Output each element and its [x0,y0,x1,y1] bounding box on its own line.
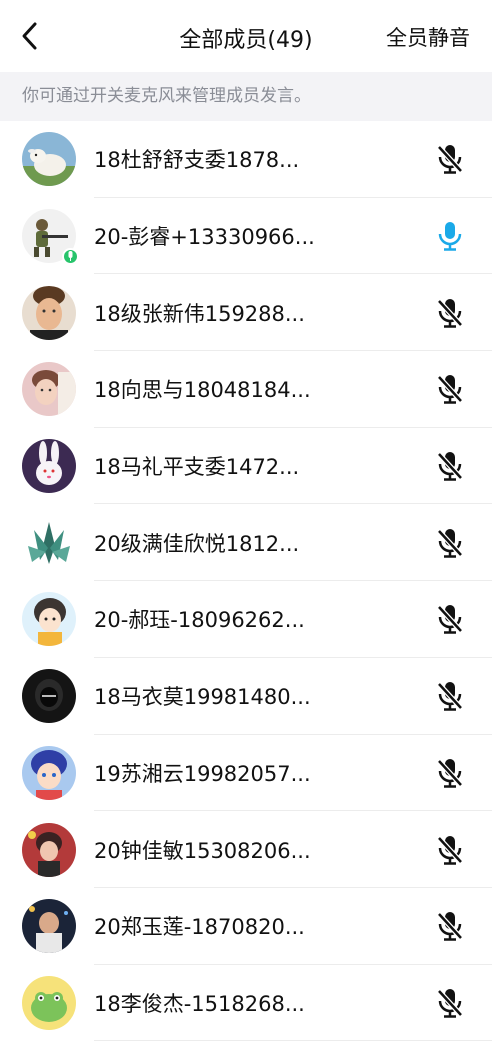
member-row[interactable]: 18级张新伟159288... [0,274,492,351]
mic-muted-icon [437,375,463,405]
member-name: 18杜舒舒支委1878... [94,148,300,173]
mic-muted-icon [437,912,463,941]
mute-all-button[interactable]: 全员静音 [386,22,470,52]
mic-toggle[interactable] [432,832,468,868]
mic-toggle[interactable] [432,218,468,254]
member-name: 18李俊杰-1518268... [94,991,305,1016]
avatar [22,439,76,494]
mic-toggle[interactable] [432,985,468,1021]
avatar [22,285,76,340]
member-row[interactable]: 19苏湘云19982057... [0,735,492,812]
member-name: 20郑玉莲-1870820... [94,915,305,940]
member-name: 18马衣莫19981480... [94,685,311,710]
member-name: 20钟佳敏15308206... [94,838,311,863]
mic-muted-icon [437,758,463,788]
member-name: 18马礼平支委1472... [94,455,300,480]
member-row[interactable]: 20郑玉莲-1870820... [0,888,492,965]
mic-toggle[interactable] [432,525,468,561]
mic-toggle[interactable] [432,678,468,714]
member-name: 18级张新伟159288... [94,301,305,326]
speaking-badge [62,247,79,265]
member-list: 18杜舒舒支委1878... 20-彭睿+13330966... 18级张新伟1… [0,121,492,1041]
avatar [22,822,76,877]
mic-muted-icon [437,988,463,1018]
member-row[interactable]: 18杜舒舒支委1878... [0,121,492,198]
member-row[interactable]: 18向思与18048184... [0,351,492,428]
mic-muted-icon [437,835,463,865]
mic-toggle[interactable] [432,601,468,637]
avatar [22,515,76,570]
member-row[interactable]: 18马衣莫19981480... [0,658,492,735]
avatar [22,745,76,800]
member-row[interactable]: 18李俊杰-1518268... [0,965,492,1041]
mic-toggle[interactable] [432,141,468,177]
mic-muted-icon [437,452,463,481]
member-row[interactable]: 20钟佳敏15308206... [0,811,492,888]
mic-muted-icon [437,528,463,558]
member-row[interactable]: 20-彭睿+13330966... [0,198,492,275]
member-row[interactable]: 18马礼平支委1472... [0,428,492,505]
member-name: 20-彭睿+13330966... [94,225,315,250]
mic-toggle[interactable] [432,295,468,331]
member-name: 20级满佳欣悦1812... [94,531,300,556]
chevron-left-icon [22,22,37,50]
back-button[interactable] [12,18,48,54]
mic-muted-icon [437,145,463,175]
mic-toggle[interactable] [432,755,468,791]
avatar [22,362,76,417]
avatar [22,669,76,724]
member-row[interactable]: 20-郝珏-18096262... [0,581,492,658]
avatar [22,975,76,1030]
hint-banner: 你可通过开关麦克风来管理成员发言。 [0,72,492,121]
mic-active-icon [438,222,462,251]
mic-toggle[interactable] [432,371,468,407]
mic-muted-icon [437,605,463,635]
member-row[interactable]: 20级满佳欣悦1812... [0,504,492,581]
avatar [22,899,76,954]
mic-small-icon [68,251,73,262]
mic-muted-icon [437,298,463,328]
mic-muted-icon [437,682,463,711]
avatar [22,132,76,187]
member-name: 19苏湘云19982057... [94,761,311,786]
mic-toggle[interactable] [432,908,468,944]
member-name: 20-郝珏-18096262... [94,608,305,633]
top-bar: 全部成员(49) 全员静音 [0,0,492,72]
member-name: 18向思与18048184... [94,378,311,403]
mic-toggle[interactable] [432,448,468,484]
avatar [22,592,76,647]
